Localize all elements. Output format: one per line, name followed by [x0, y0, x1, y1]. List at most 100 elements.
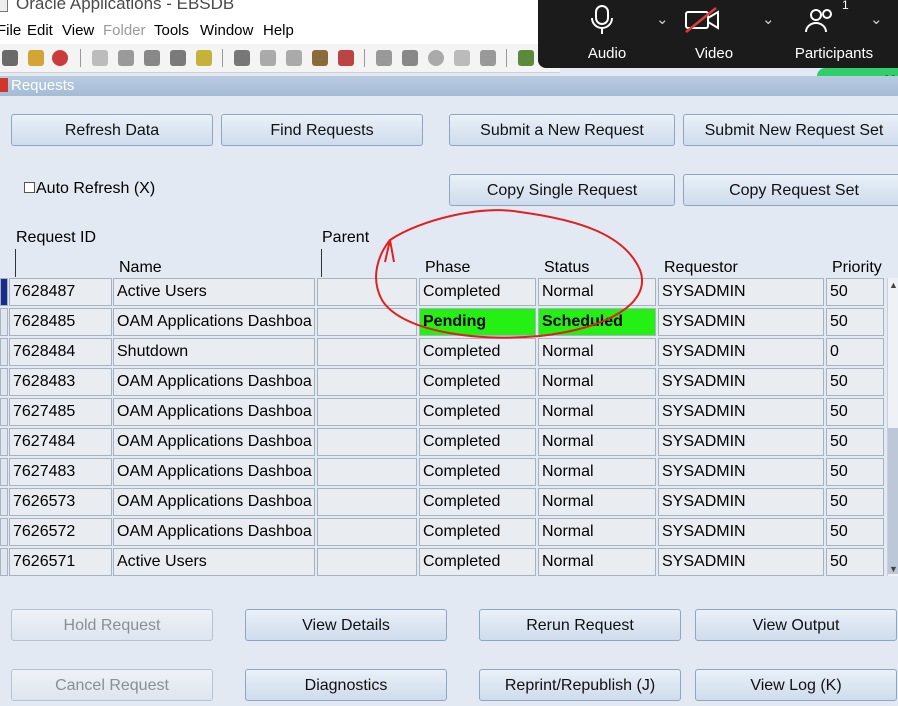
folder-icon[interactable]	[402, 50, 418, 66]
status-cell[interactable]: Normal	[538, 548, 656, 576]
video-button[interactable]: ⌄ Video	[674, 0, 784, 68]
requestor-cell[interactable]: SYSADMIN	[658, 548, 824, 576]
row-selector[interactable]	[0, 398, 8, 426]
request-id-cell[interactable]: 7627483	[9, 458, 112, 486]
requestor-cell[interactable]: SYSADMIN	[658, 458, 824, 486]
name-cell[interactable]: Active Users	[113, 278, 315, 306]
phase-cell[interactable]: Completed	[419, 368, 536, 396]
row-selector[interactable]	[0, 278, 8, 306]
request-id-cell[interactable]: 7627485	[9, 398, 112, 426]
name-cell[interactable]: OAM Applications Dashboa	[113, 308, 315, 336]
name-cell[interactable]: OAM Applications Dashboa	[113, 368, 315, 396]
scrollbar-thumb[interactable]	[888, 428, 898, 574]
priority-cell[interactable]: 0	[826, 338, 884, 366]
parent-cell[interactable]	[317, 488, 417, 516]
requestor-cell[interactable]: SYSADMIN	[658, 398, 824, 426]
name-cell[interactable]: OAM Applications Dashboa	[113, 428, 315, 456]
request-id-cell[interactable]: 7626571	[9, 548, 112, 576]
submit-new-request-set-button[interactable]: Submit New Request Set	[683, 114, 898, 146]
row-selector[interactable]	[0, 368, 8, 396]
phase-cell[interactable]: Completed	[419, 428, 536, 456]
request-id-cell[interactable]: 7628487	[9, 278, 112, 306]
request-id-cell[interactable]: 7626572	[9, 518, 112, 546]
view-log-button[interactable]: View Log (K)	[695, 669, 897, 701]
pencil-icon[interactable]	[28, 50, 44, 66]
name-cell[interactable]: OAM Applications Dashboa	[113, 398, 315, 426]
status-cell[interactable]: Normal	[538, 458, 656, 486]
open-icon[interactable]	[2, 50, 18, 66]
audio-button[interactable]: ⌄ Audio	[572, 0, 682, 68]
parent-cell[interactable]	[317, 548, 417, 576]
requestor-cell[interactable]: SYSADMIN	[658, 278, 824, 306]
priority-cell[interactable]: 50	[826, 398, 884, 426]
name-cell[interactable]: OAM Applications Dashboa	[113, 518, 315, 546]
row-selector[interactable]	[0, 338, 8, 366]
scroll-up-icon[interactable]: ▲	[889, 280, 898, 290]
requestor-cell[interactable]: SYSADMIN	[658, 428, 824, 456]
priority-cell[interactable]: 50	[826, 278, 884, 306]
priority-cell[interactable]: 50	[826, 368, 884, 396]
menu-file[interactable]: File	[0, 22, 21, 39]
request-id-cell[interactable]: 7627484	[9, 428, 112, 456]
participants-button[interactable]: 1 ⌄ Participants	[774, 0, 898, 68]
row-selector[interactable]	[0, 518, 8, 546]
clear-icon[interactable]	[338, 50, 354, 66]
requestor-cell[interactable]: SYSADMIN	[658, 488, 824, 516]
priority-cell[interactable]: 50	[826, 308, 884, 336]
row-selector[interactable]	[0, 488, 8, 516]
view-output-button[interactable]: View Output	[695, 609, 897, 641]
hold-request-button[interactable]: Hold Request	[11, 609, 213, 641]
cut-icon[interactable]	[234, 50, 250, 66]
request-id-cell[interactable]: 7628483	[9, 368, 112, 396]
refresh-data-button[interactable]: Refresh Data	[11, 114, 213, 146]
status-cell[interactable]: Normal	[538, 368, 656, 396]
find-requests-button[interactable]: Find Requests	[221, 114, 423, 146]
menu-window[interactable]: Window	[200, 22, 253, 39]
status-cell[interactable]: Normal	[538, 428, 656, 456]
row-selector[interactable]	[0, 548, 8, 576]
rerun-request-button[interactable]: Rerun Request	[479, 609, 681, 641]
name-cell[interactable]: Shutdown	[113, 338, 315, 366]
diagnostics-button[interactable]: Diagnostics	[245, 669, 447, 701]
scroll-down-icon[interactable]: ▼	[889, 564, 898, 574]
name-cell[interactable]: OAM Applications Dashboa	[113, 458, 315, 486]
requestor-cell[interactable]: SYSADMIN	[658, 308, 824, 336]
request-id-cell[interactable]: 7628484	[9, 338, 112, 366]
parent-cell[interactable]	[317, 398, 417, 426]
view-details-button[interactable]: View Details	[245, 609, 447, 641]
attach-icon[interactable]	[196, 50, 212, 66]
menu-edit[interactable]: Edit	[27, 22, 53, 39]
row-selector[interactable]	[0, 458, 8, 486]
status-cell[interactable]: Normal	[538, 518, 656, 546]
cancel-request-button[interactable]: Cancel Request	[11, 669, 213, 701]
zoom-icon[interactable]	[376, 50, 392, 66]
parent-cell[interactable]	[317, 428, 417, 456]
phase-cell[interactable]: Completed	[419, 488, 536, 516]
record-icon[interactable]	[428, 50, 444, 66]
parent-cell[interactable]	[317, 458, 417, 486]
menu-view[interactable]: View	[62, 22, 94, 39]
status-cell[interactable]: Normal	[538, 488, 656, 516]
name-cell[interactable]: OAM Applications Dashboa	[113, 488, 315, 516]
phase-cell[interactable]: Completed	[419, 458, 536, 486]
paperclip-icon[interactable]	[454, 50, 470, 66]
auto-refresh-checkbox[interactable]	[24, 182, 35, 193]
video-options-chevron-icon[interactable]: ⌄	[762, 10, 775, 28]
table-scrollbar[interactable]: ▲ ▼	[887, 278, 898, 576]
priority-cell[interactable]: 50	[826, 428, 884, 456]
stop-icon[interactable]	[52, 50, 68, 66]
submit-new-request-button[interactable]: Submit a New Request	[449, 114, 675, 146]
priority-cell[interactable]: 50	[826, 548, 884, 576]
priority-cell[interactable]: 50	[826, 488, 884, 516]
new-icon[interactable]	[92, 50, 108, 66]
participants-options-chevron-icon[interactable]: ⌄	[870, 10, 883, 28]
parent-cell[interactable]	[317, 518, 417, 546]
reprint-republish-button[interactable]: Reprint/Republish (J)	[479, 669, 681, 701]
menu-folder[interactable]: Folder	[103, 22, 146, 39]
menu-help[interactable]: Help	[263, 22, 294, 39]
priority-cell[interactable]: 50	[826, 458, 884, 486]
menu-tools[interactable]: Tools	[154, 22, 189, 39]
status-cell[interactable]: Normal	[538, 398, 656, 426]
help-icon[interactable]	[518, 50, 534, 66]
requestor-cell[interactable]: SYSADMIN	[658, 518, 824, 546]
